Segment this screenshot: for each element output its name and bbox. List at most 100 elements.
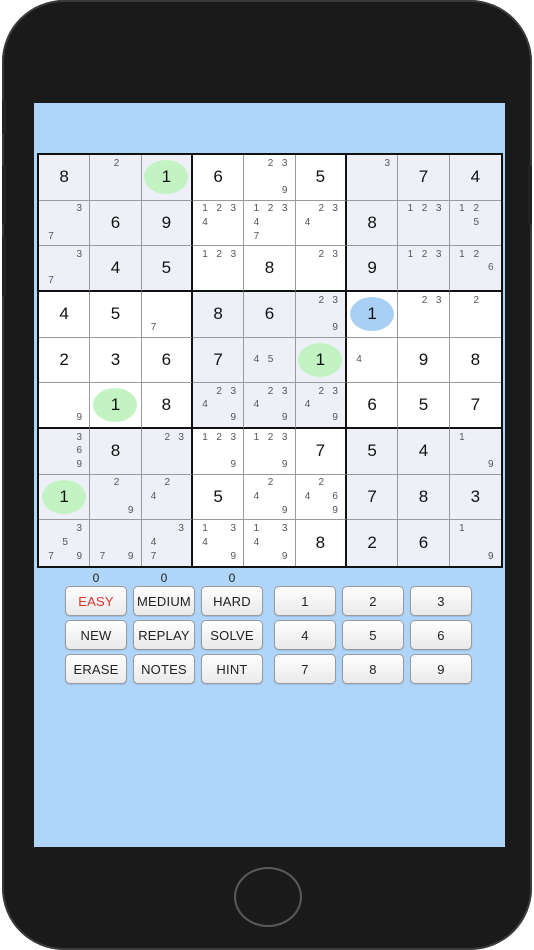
sudoku-cell[interactable]: 19 [449, 520, 501, 566]
sudoku-cell[interactable]: 2 [39, 337, 91, 384]
sudoku-cell[interactable]: 8 [192, 292, 245, 338]
sudoku-cell[interactable]: 37 [39, 200, 91, 247]
hint-button[interactable]: HINT [201, 654, 263, 684]
sudoku-cell[interactable]: 2 [449, 292, 501, 338]
sudoku-cell[interactable]: 3 4 7 [141, 520, 193, 566]
number-button-6[interactable]: 6 [410, 620, 472, 650]
sudoku-cell[interactable]: 7 [141, 292, 193, 338]
sudoku-cell[interactable]: 23 4 [295, 200, 347, 247]
sudoku-cell[interactable]: 8 [449, 337, 501, 384]
number-button-3[interactable]: 3 [410, 586, 472, 616]
replay-button[interactable]: REPLAY [133, 620, 195, 650]
sudoku-cell[interactable]: 45 [244, 337, 296, 384]
sudoku-cell[interactable]: 3 [449, 474, 501, 521]
sudoku-cell[interactable]: 123 [192, 246, 245, 292]
easy-button[interactable]: EASY [65, 586, 127, 616]
sudoku-cell[interactable]: 5 [398, 383, 450, 429]
new-button[interactable]: NEW [65, 620, 127, 650]
sudoku-cell[interactable]: 123 [398, 200, 450, 247]
sudoku-cell[interactable]: 79 [90, 520, 142, 566]
sudoku-cell[interactable]: 8 [90, 429, 142, 475]
sudoku-cell[interactable]: 7 [295, 429, 347, 475]
sudoku-cell[interactable]: 23 4 9 [295, 383, 347, 429]
sudoku-cell[interactable]: 6 [346, 383, 399, 429]
sudoku-cell[interactable]: 9 [141, 200, 193, 247]
sudoku-cell[interactable]: 5 [295, 155, 347, 201]
sudoku-cell[interactable]: 37 [39, 246, 91, 292]
hard-button[interactable]: HARD [201, 586, 263, 616]
sudoku-cell[interactable]: 6 [90, 200, 142, 247]
sudoku-cell[interactable]: 24 6 9 [295, 474, 347, 521]
sudoku-cell[interactable]: 6 [141, 337, 193, 384]
sudoku-cell[interactable]: 29 [90, 474, 142, 521]
sudoku-cell[interactable]: 4 [39, 292, 91, 338]
sudoku-cell[interactable]: 4 [449, 155, 501, 201]
sudoku-cell[interactable]: 3 [346, 155, 399, 201]
sudoku-cell[interactable]: 1 [141, 155, 193, 201]
sudoku-cell[interactable]: 1 [90, 383, 142, 429]
sudoku-cell[interactable]: 7 [192, 337, 245, 384]
sudoku-cell[interactable]: 123 4 7 [244, 200, 296, 247]
sudoku-cell[interactable]: 24 [141, 474, 193, 521]
notes-button[interactable]: NOTES [133, 654, 195, 684]
sudoku-cell[interactable]: 2 [346, 520, 399, 566]
sudoku-cell[interactable]: 123 9 [192, 429, 245, 475]
sudoku-cell[interactable]: 357 9 [39, 520, 91, 566]
sudoku-cell[interactable]: 123 [398, 246, 450, 292]
erase-button[interactable]: ERASE [65, 654, 127, 684]
sudoku-cell[interactable]: 8 [398, 474, 450, 521]
sudoku-cell[interactable]: 8 [346, 200, 399, 247]
sudoku-cell[interactable]: 4 [90, 246, 142, 292]
sudoku-cell[interactable]: 8 [244, 246, 296, 292]
sudoku-cell[interactable]: 19 [449, 429, 501, 475]
sudoku-cell[interactable]: 5 [346, 429, 399, 475]
sudoku-cell[interactable]: 23 9 [295, 292, 347, 338]
number-button-7[interactable]: 7 [274, 654, 336, 684]
sudoku-cell[interactable]: 1 3 4 9 [244, 520, 296, 566]
sudoku-cell[interactable]: 23 4 9 [192, 383, 245, 429]
sudoku-cell[interactable]: 23 4 9 [244, 383, 296, 429]
sudoku-cell[interactable]: 126 [449, 246, 501, 292]
sudoku-cell[interactable]: 23 [295, 246, 347, 292]
sudoku-cell[interactable]: 1 3 4 9 [192, 520, 245, 566]
sudoku-cell[interactable]: 7 [398, 155, 450, 201]
sudoku-cell[interactable]: 125 [449, 200, 501, 247]
sudoku-cell[interactable]: 9 [398, 337, 450, 384]
sudoku-cell[interactable]: 4 [346, 337, 399, 384]
sudoku-cell[interactable]: 23 9 [244, 155, 296, 201]
sudoku-cell[interactable]: 5 [192, 474, 245, 521]
sudoku-cell[interactable]: 8 [39, 155, 91, 201]
home-button[interactable] [234, 867, 302, 927]
sudoku-cell[interactable]: 5 [90, 292, 142, 338]
sudoku-cell[interactable]: 4 [398, 429, 450, 475]
sudoku-cell[interactable]: 3 69 [39, 429, 91, 475]
sudoku-cell[interactable]: 9 [39, 383, 91, 429]
sudoku-cell[interactable]: 9 [346, 246, 399, 292]
sudoku-cell[interactable]: 23 [398, 292, 450, 338]
sudoku-cell[interactable]: 123 9 [244, 429, 296, 475]
sudoku-cell[interactable]: 1 [346, 292, 399, 338]
sudoku-cell[interactable]: 7 [346, 474, 399, 521]
sudoku-cell[interactable]: 5 [141, 246, 193, 292]
sudoku-cell[interactable]: 8 [141, 383, 193, 429]
sudoku-cell[interactable]: 23 [141, 429, 193, 475]
sudoku-cell[interactable]: 3 [90, 337, 142, 384]
sudoku-cell[interactable]: 6 [192, 155, 245, 201]
sudoku-cell[interactable]: 1 [39, 474, 91, 521]
medium-button[interactable]: MEDIUM [133, 586, 195, 616]
number-button-8[interactable]: 8 [342, 654, 404, 684]
solve-button[interactable]: SOLVE [201, 620, 263, 650]
number-button-9[interactable]: 9 [410, 654, 472, 684]
number-button-2[interactable]: 2 [342, 586, 404, 616]
sudoku-cell[interactable]: 2 [90, 155, 142, 201]
number-button-5[interactable]: 5 [342, 620, 404, 650]
sudoku-cell[interactable]: 6 [244, 292, 296, 338]
sudoku-cell[interactable]: 123 4 [192, 200, 245, 247]
number-button-1[interactable]: 1 [274, 586, 336, 616]
sudoku-cell[interactable]: 7 [449, 383, 501, 429]
sudoku-cell[interactable]: 6 [398, 520, 450, 566]
number-button-4[interactable]: 4 [274, 620, 336, 650]
sudoku-cell[interactable]: 24 9 [244, 474, 296, 521]
sudoku-cell[interactable]: 8 [295, 520, 347, 566]
sudoku-cell[interactable]: 1 [295, 337, 347, 384]
